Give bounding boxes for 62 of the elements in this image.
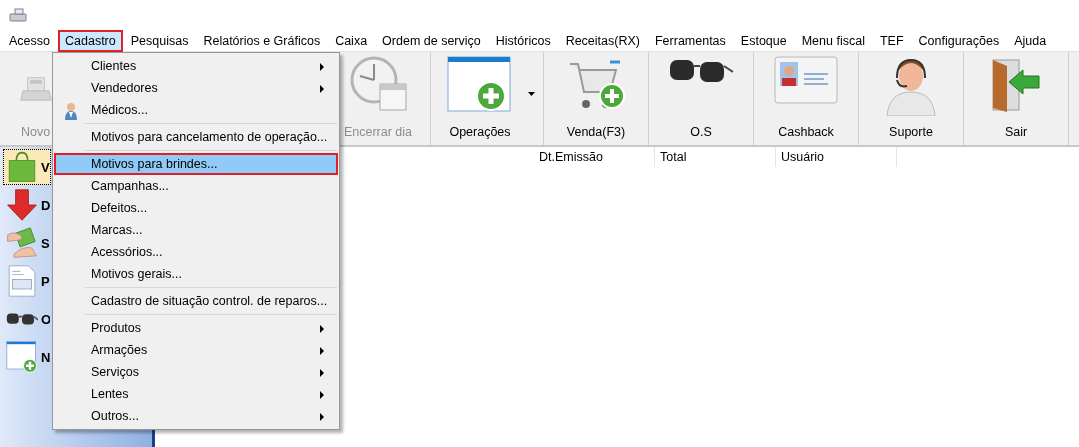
menu-item[interactable]: Acesso — [2, 29, 57, 52]
sidebar-label: D — [41, 197, 50, 213]
sidebar-label: S — [41, 235, 50, 251]
menu-item[interactable]: Pesquisas — [123, 29, 196, 52]
caret-icon[interactable] — [528, 92, 535, 96]
menu-item[interactable]: Campanhas... — [54, 175, 338, 197]
headset-person-icon — [883, 56, 939, 116]
shopping-bag-icon — [6, 151, 38, 183]
menu-item[interactable]: Motivos para brindes... — [54, 153, 338, 175]
sidebar-label: N — [41, 349, 50, 365]
menu-item[interactable]: TEF — [872, 29, 911, 52]
sidebar-item[interactable]: V — [3, 149, 51, 185]
submenu-arrow-icon — [320, 369, 324, 377]
document-icon — [6, 265, 38, 297]
menu-item[interactable]: Serviços — [54, 361, 338, 383]
cash-register-icon — [19, 74, 52, 104]
id-card-icon — [774, 56, 838, 106]
submenu-arrow-icon — [320, 325, 324, 333]
sidebar-item[interactable]: N — [3, 339, 51, 375]
menu-item[interactable]: Marcas... — [54, 219, 338, 241]
sidebar-label: V — [41, 159, 50, 175]
door-arrow-icon — [989, 56, 1043, 112]
submenu-arrow-icon — [320, 85, 324, 93]
menu-item[interactable]: Ordem de serviço — [375, 29, 488, 52]
menu-item[interactable]: Configurações — [911, 29, 1007, 52]
sidebar-label: P — [41, 273, 50, 289]
submenu-arrow-icon — [320, 413, 324, 421]
menu-item[interactable]: Acessórios... — [54, 241, 338, 263]
menu-item[interactable]: Menu fiscal — [794, 29, 872, 52]
menu-item[interactable]: Caixa — [328, 29, 375, 52]
menu-item[interactable]: Cadastro — [58, 29, 123, 52]
menu-item[interactable]: Cadastro de situação control. de reparos... — [54, 290, 338, 312]
sidebar-item[interactable]: P — [3, 263, 51, 299]
menu-item[interactable]: Receitas(RX) — [558, 29, 647, 52]
column-header[interactable]: Dt.Emissão — [534, 147, 655, 167]
submenu-arrow-icon — [320, 347, 324, 355]
window-plus-icon — [6, 341, 38, 373]
menu-item[interactable]: Lentes — [54, 383, 338, 405]
menu-item[interactable]: Produtos — [54, 317, 338, 339]
menu-item[interactable]: Ferramentas — [647, 29, 733, 52]
column-header[interactable]: Total — [655, 147, 776, 167]
window-plus-icon — [447, 56, 513, 114]
menu-item[interactable]: Outros... — [54, 405, 338, 427]
menu-item[interactable]: Estoque — [733, 29, 794, 52]
cash-register-icon — [9, 8, 27, 22]
doctor-icon — [64, 102, 78, 120]
submenu-arrow-icon — [320, 391, 324, 399]
menu-item[interactable]: Motivos gerais... — [54, 263, 338, 285]
sidebar-label: O — [41, 311, 50, 327]
clock-calendar-icon — [348, 56, 408, 112]
menu-item[interactable]: Armações — [54, 339, 338, 361]
menu-item[interactable]: Defeitos... — [54, 197, 338, 219]
menu-item[interactable]: Ajuda — [1007, 29, 1054, 52]
sidebar-item[interactable]: S — [3, 225, 51, 261]
down-arrow-icon — [6, 189, 38, 221]
sidebar-item[interactable]: O — [3, 301, 51, 337]
column-header[interactable]: Usuário — [776, 147, 897, 167]
money-hands-icon — [6, 227, 38, 259]
menu-item[interactable]: Relatórios e Gráficos — [196, 29, 328, 52]
submenu-arrow-icon — [320, 63, 324, 71]
menu-item[interactable]: Históricos — [488, 29, 558, 52]
sidebar-item[interactable]: D — [3, 187, 51, 223]
